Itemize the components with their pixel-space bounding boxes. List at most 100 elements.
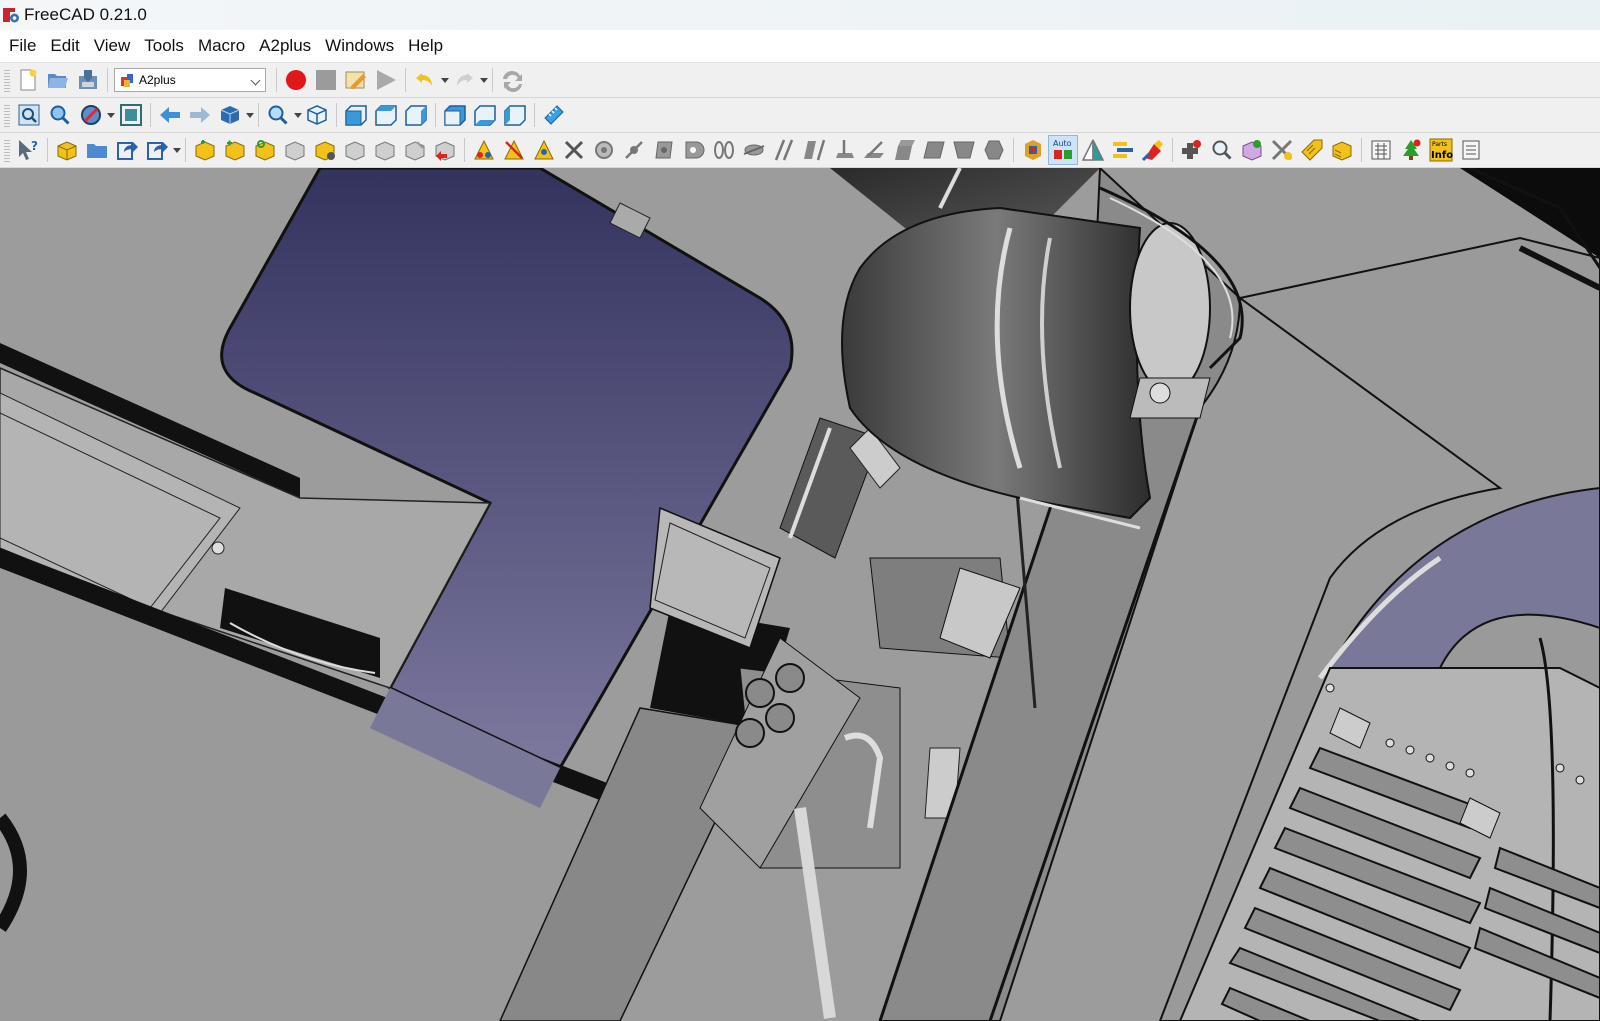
flip-constraint-button[interactable]	[499, 135, 529, 165]
menu-view[interactable]: View	[87, 32, 138, 60]
draw-style-button[interactable]	[75, 100, 106, 130]
delete-part-button[interactable]	[400, 135, 430, 165]
menu-windows[interactable]: Windows	[318, 32, 401, 60]
bounding-box-button[interactable]	[115, 100, 146, 130]
edit-part-button[interactable]	[340, 135, 370, 165]
save-button[interactable]	[73, 65, 103, 95]
tree-export-button[interactable]	[1396, 135, 1426, 165]
isometric-view-button[interactable]	[302, 100, 332, 130]
add-shape-button[interactable]	[190, 135, 220, 165]
stop-macro-button[interactable]	[311, 65, 341, 95]
solver-button[interactable]	[1018, 135, 1048, 165]
point-on-line-button[interactable]	[619, 135, 649, 165]
export-button[interactable]	[142, 135, 172, 165]
axis-plane-normal-button[interactable]	[829, 135, 859, 165]
axis-parallel-icon	[774, 139, 794, 161]
std-views-dropdown[interactable]	[245, 100, 254, 130]
add-assembly-button[interactable]	[220, 135, 250, 165]
3d-viewport[interactable]	[0, 168, 1600, 1021]
toggle-transparency-button[interactable]	[1108, 135, 1138, 165]
label-button[interactable]	[1297, 135, 1327, 165]
axial-constraint-button[interactable]	[739, 135, 769, 165]
menu-macro[interactable]: Macro	[191, 32, 252, 60]
angled-planes-button[interactable]	[949, 135, 979, 165]
left-view-button[interactable]	[500, 100, 530, 130]
planes-parallel-button[interactable]	[889, 135, 919, 165]
search-parts-button[interactable]	[1207, 135, 1237, 165]
sphere-center-button[interactable]	[679, 135, 709, 165]
edit-macro-button[interactable]	[341, 65, 371, 95]
separator	[464, 138, 465, 162]
new-document-button[interactable]	[13, 65, 43, 95]
axis-parallel-button[interactable]	[769, 135, 799, 165]
undo-dropdown[interactable]	[440, 65, 449, 95]
right-view-button[interactable]	[401, 100, 431, 130]
constraint-tree-button[interactable]	[529, 135, 559, 165]
import-button[interactable]	[112, 135, 142, 165]
zoom-dropdown[interactable]	[293, 100, 302, 130]
duplicate-part-icon	[285, 141, 305, 161]
separator	[492, 68, 493, 92]
parts-info-button[interactable]: Parts Info	[1426, 135, 1456, 165]
refresh-button[interactable]	[497, 65, 527, 95]
menu-file[interactable]: File	[2, 32, 43, 60]
menu-help[interactable]: Help	[401, 32, 450, 60]
axis-plane-parallel-button[interactable]	[799, 135, 829, 165]
convert-part-button[interactable]	[310, 135, 340, 165]
update-parts-button[interactable]	[370, 135, 400, 165]
menu-tools[interactable]: Tools	[137, 32, 191, 60]
run-macro-button[interactable]	[371, 65, 401, 95]
move-part-button[interactable]	[430, 135, 460, 165]
top-view-button[interactable]	[371, 100, 401, 130]
record-macro-button[interactable]	[281, 65, 311, 95]
plane-coincident-button[interactable]	[919, 135, 949, 165]
center-of-mass-button[interactable]	[979, 135, 1009, 165]
point-on-plane-button[interactable]	[649, 135, 679, 165]
forward-button[interactable]	[185, 100, 215, 130]
whats-this-button[interactable]: ?	[13, 135, 43, 165]
isometric-view-icon	[307, 105, 327, 125]
measure-button[interactable]	[539, 100, 569, 130]
point-identity-button[interactable]	[589, 135, 619, 165]
toolbar-overflow-button[interactable]	[1456, 135, 1486, 165]
toolbar-grip[interactable]	[4, 68, 10, 92]
draw-style-dropdown[interactable]	[106, 100, 115, 130]
workbench-selector[interactable]: A2plus	[114, 68, 266, 92]
export-dropdown[interactable]	[172, 135, 181, 165]
redo-dropdown[interactable]	[479, 65, 488, 95]
menu-a2plus[interactable]: A2plus	[252, 32, 318, 60]
update-imports-button[interactable]	[250, 135, 280, 165]
parts-list-button[interactable]	[1327, 135, 1357, 165]
separator	[150, 103, 151, 127]
fit-selection-button[interactable]	[44, 100, 75, 130]
front-view-button[interactable]	[341, 100, 371, 130]
duplicate-part-button[interactable]	[280, 135, 310, 165]
toolbar-grip[interactable]	[4, 138, 10, 162]
cd-view-button[interactable]	[1366, 135, 1396, 165]
toolbar-grip[interactable]	[4, 103, 10, 127]
fit-all-button[interactable]	[13, 100, 44, 130]
export-icon	[147, 142, 168, 160]
partial-processing-button[interactable]	[1138, 135, 1168, 165]
add-part-button[interactable]	[52, 135, 82, 165]
flip-constraint-icon	[504, 139, 524, 160]
show-connected-button[interactable]	[1177, 135, 1207, 165]
rear-view-button[interactable]	[440, 100, 470, 130]
bottom-view-button[interactable]	[470, 100, 500, 130]
selection-info-button[interactable]	[1237, 135, 1267, 165]
open-button[interactable]	[43, 65, 73, 95]
auto-solve-toggle[interactable]: Auto	[1048, 135, 1078, 165]
menu-edit[interactable]: Edit	[43, 32, 86, 60]
std-views-button[interactable]	[215, 100, 245, 130]
zoom-button[interactable]	[263, 100, 293, 130]
redo-button[interactable]	[449, 65, 479, 95]
delete-constraint-button[interactable]	[559, 135, 589, 165]
back-button[interactable]	[155, 100, 185, 130]
axis-plane-angle-button[interactable]	[859, 135, 889, 165]
circular-edge-button[interactable]	[709, 135, 739, 165]
solve-button[interactable]	[469, 135, 499, 165]
flip-direction-button[interactable]	[1078, 135, 1108, 165]
open-folder-button[interactable]	[82, 135, 112, 165]
tools-button[interactable]	[1267, 135, 1297, 165]
undo-button[interactable]	[410, 65, 440, 95]
